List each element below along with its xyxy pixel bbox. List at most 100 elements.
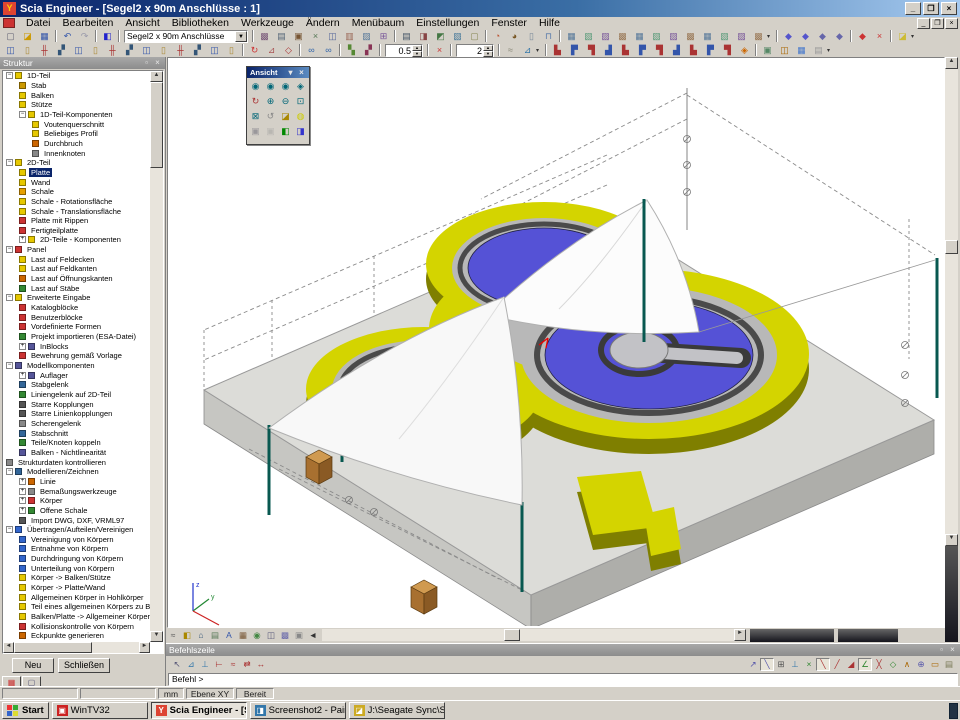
member-tool-12-icon[interactable]: ▞: [189, 44, 206, 57]
tree-item[interactable]: +2D-Teile - Komponenten: [3, 235, 150, 245]
zoom-in-icon[interactable]: ⊕: [263, 94, 278, 109]
mdi-close-button[interactable]: ×: [945, 18, 958, 29]
cursor-snap-1-icon[interactable]: ╲: [760, 658, 774, 671]
snap-mode-1-icon[interactable]: ╲: [816, 658, 830, 671]
tree-item[interactable]: −1D-Teil: [3, 71, 150, 81]
tree-item[interactable]: Last auf Stäbe: [3, 283, 150, 293]
project-combo[interactable]: Segel2 x 90m Anschlüsse▼: [124, 30, 248, 43]
snap-ortho-icon[interactable]: ≈: [226, 658, 240, 671]
member-tool-13-icon[interactable]: ◫: [206, 44, 223, 57]
tree-item[interactable]: +Körper: [3, 496, 150, 506]
surface-icon[interactable]: ▤: [208, 629, 222, 642]
tree-item[interactable]: Eckpunkte generieren: [3, 631, 150, 641]
delete-node-icon[interactable]: ×: [431, 44, 448, 57]
viewport-scroll-up-button[interactable]: ▲: [945, 57, 958, 69]
menu-ansicht[interactable]: Ansicht: [119, 17, 165, 29]
view-standard-1-icon[interactable]: ◉: [248, 79, 263, 94]
tree-item[interactable]: Innenknoten: [3, 148, 150, 158]
render-icon[interactable]: ▦: [236, 629, 250, 642]
select-polygon-icon[interactable]: ◇: [280, 44, 297, 57]
member-tool-14-icon[interactable]: ▯: [223, 44, 240, 57]
layer-view-12-icon[interactable]: ▩: [750, 30, 767, 43]
hyperlink-icon[interactable]: ◔: [489, 30, 506, 43]
tree-item[interactable]: Kollisionskontrolle von Körpern: [3, 621, 150, 631]
scroll-left-icon[interactable]: ◄: [306, 629, 320, 642]
copy-tool-icon[interactable]: ▞: [360, 44, 377, 57]
tree-item[interactable]: Katalogblöcke: [3, 303, 150, 313]
layer-view-3-icon[interactable]: ▨: [597, 30, 614, 43]
select-cursor-icon[interactable]: ↖: [170, 658, 184, 671]
viewport-horizontal-scrollbar[interactable]: ►: [322, 629, 746, 641]
tree-item[interactable]: Projekt importieren (ESA-Datei): [3, 332, 150, 342]
pin-icon[interactable]: ▫: [142, 58, 151, 68]
tree-item[interactable]: Wand: [3, 177, 150, 187]
tree-item[interactable]: Bewehrung gemäß Vorlage: [3, 351, 150, 361]
tree-item[interactable]: Stab: [3, 81, 150, 91]
snap-midpoint-icon[interactable]: ⊥: [198, 658, 212, 671]
tree-item[interactable]: +Auflager: [3, 370, 150, 380]
tree-item[interactable]: Last auf Feldecken: [3, 254, 150, 264]
member-tool-6-icon[interactable]: ▯: [87, 44, 104, 57]
collapse-icon[interactable]: −: [19, 111, 26, 118]
cube-view-1-icon[interactable]: ◆: [780, 30, 797, 43]
scale-tool-icon[interactable]: ⊿: [519, 44, 536, 57]
tree-item[interactable]: Schale - Translationsfläche: [3, 206, 150, 216]
snap-intersection-icon[interactable]: ⊢: [212, 658, 226, 671]
support-tool-8-icon[interactable]: ▟: [668, 44, 685, 57]
tree-item[interactable]: −Panel: [3, 245, 150, 255]
snap-angle-icon[interactable]: ↔: [254, 658, 268, 671]
close-panel-button[interactable]: Schließen: [58, 658, 110, 673]
close-button[interactable]: ×: [941, 2, 957, 15]
snap-grid-icon[interactable]: ⇄: [240, 658, 254, 671]
tree-item[interactable]: Starre Kopplungen: [3, 399, 150, 409]
toolbar-overflow-icon[interactable]: ▾: [536, 47, 543, 54]
snap-mode-6-icon[interactable]: ◇: [886, 658, 900, 671]
mdi-document-icon[interactable]: [3, 18, 15, 28]
tree-item[interactable]: Starre Linienkopplungen: [3, 409, 150, 419]
zoom-all-icon[interactable]: ⊠: [248, 109, 263, 124]
view-standard-2-icon[interactable]: ◉: [263, 79, 278, 94]
snap-mode-3-icon[interactable]: ◢: [844, 658, 858, 671]
gallery-icon[interactable]: ▣: [290, 30, 307, 43]
collapse-icon[interactable]: −: [6, 526, 13, 533]
tree-item[interactable]: Balken - Nichtlinearität: [3, 448, 150, 458]
print-preview-icon[interactable]: ◨: [415, 30, 432, 43]
folder-icon[interactable]: ◪: [894, 30, 911, 43]
tree-item[interactable]: Last auf Öffnungskanten: [3, 274, 150, 284]
tree-horizontal-scrollbar[interactable]: [14, 642, 139, 653]
menu-datei[interactable]: Datei: [20, 17, 57, 29]
collapse-icon[interactable]: −: [6, 246, 13, 253]
menu-werkzeuge[interactable]: Werkzeuge: [235, 17, 300, 29]
tree-item[interactable]: Balken/Platte -> Allgemeiner Körper: [3, 612, 150, 622]
close-icon[interactable]: ×: [297, 68, 306, 78]
track-line-icon[interactable]: ↗: [746, 658, 760, 671]
member-tool-9-icon[interactable]: ◫: [138, 44, 155, 57]
member-tool-1-icon[interactable]: ◫: [2, 44, 19, 57]
layer-view-9-icon[interactable]: ▦: [699, 30, 716, 43]
cube-view-4-icon[interactable]: ◆: [831, 30, 848, 43]
tree-item[interactable]: +InBlocks: [3, 341, 150, 351]
cut-icon[interactable]: ×: [307, 30, 324, 43]
tree-item[interactable]: Platte mit Rippen: [3, 216, 150, 226]
layer-view-5-icon[interactable]: ▦: [631, 30, 648, 43]
tree-item[interactable]: Import DWG, DXF, VRML97: [3, 515, 150, 525]
clipping-box-icon[interactable]: ◪: [278, 109, 293, 124]
support-tool-3-icon[interactable]: ▜: [583, 44, 600, 57]
tree-item[interactable]: Last auf Feldkanten: [3, 264, 150, 274]
paste-icon[interactable]: ▥: [341, 30, 358, 43]
support-tool-9-icon[interactable]: ▙: [685, 44, 702, 57]
save-file-icon[interactable]: ▦: [36, 30, 53, 43]
toolbar-overflow-icon[interactable]: ▾: [827, 47, 834, 54]
view-settings-icon[interactable]: ◧: [278, 124, 293, 139]
expand-icon[interactable]: +: [19, 488, 26, 495]
project-window-icon[interactable]: ◧: [99, 30, 116, 43]
tree-item[interactable]: −Modellieren/Zeichnen: [3, 467, 150, 477]
task-wintv32[interactable]: ▣WinTV32: [52, 702, 148, 719]
chain-1-icon[interactable]: ∞: [303, 44, 320, 57]
zoom-window-icon[interactable]: ⊡: [293, 94, 308, 109]
layer-view-4-icon[interactable]: ▩: [614, 30, 631, 43]
tree-item[interactable]: Durchdringung von Körpern: [3, 554, 150, 564]
pin-icon[interactable]: ▫: [937, 645, 946, 655]
expand-icon[interactable]: +: [19, 497, 26, 504]
tree-item[interactable]: Stütze: [3, 100, 150, 110]
